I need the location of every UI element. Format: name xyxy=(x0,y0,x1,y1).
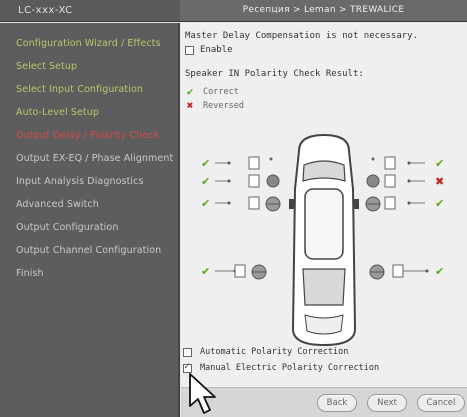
main-panel: Master Delay Compensation is not necessa… xyxy=(181,23,467,417)
sidebar-item-channel-config[interactable]: Output Channel Configuration xyxy=(16,245,161,256)
svg-text:✖: ✖ xyxy=(435,175,444,188)
enable-row[interactable]: Enable xyxy=(185,45,233,55)
automatic-correction-label: Automatic Polarity Correction xyxy=(200,347,349,357)
sidebar-item-auto-level[interactable]: Auto-Level Setup xyxy=(16,107,99,118)
sidebar-item-input-config[interactable]: Select Input Configuration xyxy=(16,84,143,95)
manual-correction-label: Manual Electric Polarity Correction xyxy=(200,363,380,373)
sidebar-item-delay-polarity[interactable]: Output Delay / Polarity Check xyxy=(16,130,159,141)
delay-notice: Master Delay Compensation is not necessa… xyxy=(185,31,418,41)
svg-text:✔: ✔ xyxy=(201,197,210,210)
speaker-left-4[interactable]: ✔ xyxy=(201,261,283,287)
step-title: Ресепция > Leman > TREWALICE xyxy=(242,5,405,15)
svg-text:✔: ✔ xyxy=(201,157,210,170)
back-button[interactable]: Back xyxy=(317,394,357,412)
automatic-correction-row[interactable]: Automatic Polarity Correction xyxy=(183,347,348,357)
speaker-left-2[interactable]: ✔ xyxy=(201,173,283,195)
step-title-bar: Ресепция > Leman > TREWALICE xyxy=(180,0,467,22)
car-outline-icon xyxy=(289,133,359,347)
legend-reversed-label: Reversed xyxy=(203,100,244,111)
speaker-right-3[interactable]: ✔ xyxy=(365,195,457,217)
speaker-right-1[interactable]: ✔ xyxy=(365,155,457,175)
speaker-left-3[interactable]: ✔ xyxy=(201,195,283,217)
legend-correct: ✔ Correct xyxy=(185,85,239,98)
polarity-result-title: Speaker IN Polarity Check Result: xyxy=(185,69,364,79)
automatic-correction-checkbox[interactable] xyxy=(183,347,192,357)
speaker-right-2[interactable]: ✖ xyxy=(365,173,457,195)
speaker-right-4[interactable]: ✔ xyxy=(365,261,457,287)
sidebar-item-finish[interactable]: Finish xyxy=(16,268,44,279)
sidebar-item-select-setup[interactable]: Select Setup xyxy=(16,61,77,72)
mouse-cursor-icon xyxy=(189,373,216,414)
svg-text:✔: ✔ xyxy=(435,265,444,278)
cross-icon: ✖ xyxy=(186,99,194,112)
speaker-left-1[interactable]: ✔ xyxy=(201,155,283,175)
next-button[interactable]: Next xyxy=(367,394,407,412)
sidebar-item-advanced-switch[interactable]: Advanced Switch xyxy=(16,199,99,210)
enable-checkbox[interactable] xyxy=(185,45,194,55)
app-title: LC-xxx-XC xyxy=(18,5,73,16)
app-title-bar: LC-xxx-XC xyxy=(0,0,180,22)
legend-correct-label: Correct xyxy=(203,86,239,97)
sidebar-item-eq-phase[interactable]: Output EX-EQ / Phase Alignment xyxy=(16,153,173,164)
sidebar-item-wizard[interactable]: Configuration Wizard / Effects xyxy=(16,38,161,49)
cancel-button[interactable]: Cancel xyxy=(417,394,465,412)
svg-text:✔: ✔ xyxy=(435,157,444,170)
wizard-footer: Back Next Cancel xyxy=(181,387,467,417)
wizard-sidebar: Configuration Wizard / Effects Select Se… xyxy=(0,23,180,417)
sidebar-item-diagnostics[interactable]: Input Analysis Diagnostics xyxy=(16,176,144,187)
legend-reversed: ✖ Reversed xyxy=(185,99,244,112)
svg-text:✔: ✔ xyxy=(201,265,210,278)
enable-label: Enable xyxy=(200,45,233,55)
check-icon: ✔ xyxy=(186,85,194,98)
svg-text:✔: ✔ xyxy=(201,175,210,188)
sidebar-item-output-config[interactable]: Output Configuration xyxy=(16,222,118,233)
svg-text:✔: ✔ xyxy=(435,197,444,210)
